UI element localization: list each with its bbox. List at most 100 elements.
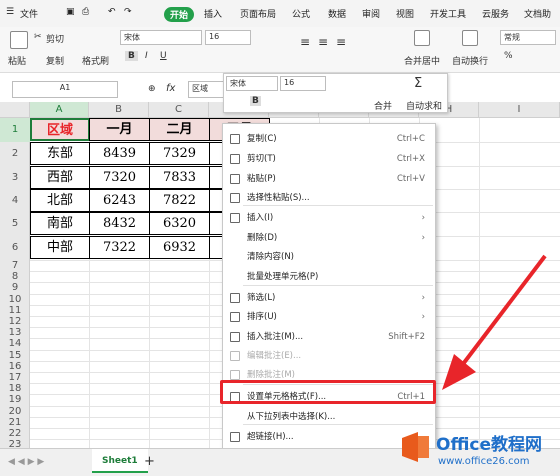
table-cell[interactable]: 北部 <box>30 189 90 212</box>
menu-item-9[interactable]: 排序(U) › <box>223 307 435 327</box>
row-header-13[interactable]: 13 <box>0 327 30 338</box>
font-select[interactable]: 宋体 <box>120 30 202 45</box>
row-header-7[interactable]: 7 <box>0 260 30 271</box>
tab-view[interactable]: 视图 <box>396 7 414 20</box>
table-cell[interactable]: 8432 <box>89 212 150 235</box>
mini-merge-button[interactable]: 合并 <box>374 99 392 112</box>
row-header-2[interactable]: 2 <box>0 142 30 166</box>
column-header-a[interactable]: A <box>30 102 89 118</box>
menu-item-5[interactable]: 删除(D) › <box>223 228 435 248</box>
bold-button[interactable]: B <box>125 51 138 61</box>
row-header-9[interactable]: 9 <box>0 282 30 293</box>
zoom-search-icon[interactable]: ⊕ <box>148 84 156 94</box>
row-header-4[interactable]: 4 <box>0 189 30 212</box>
table-header-cell[interactable]: 区域 <box>30 118 90 141</box>
row-header-1[interactable]: 1 <box>0 118 30 142</box>
percent-button[interactable]: % <box>504 51 513 61</box>
wrap-button[interactable]: 自动换行 <box>452 54 488 67</box>
print-icon[interactable]: ⎙ <box>82 7 89 17</box>
format-painter-button[interactable]: 格式刷 <box>82 54 109 67</box>
italic-button[interactable]: I <box>145 51 148 61</box>
menu-item-8[interactable]: 筛选(L) › <box>223 288 435 308</box>
table-header-cell[interactable]: 一月 <box>89 118 150 141</box>
menu-item-6[interactable]: 清除内容(N) <box>223 247 435 267</box>
paste-icon[interactable] <box>10 31 28 49</box>
menu-item-4[interactable]: 插入(I) › <box>223 208 435 228</box>
cut-button[interactable]: 剪切 <box>46 32 64 45</box>
table-cell[interactable]: 8439 <box>89 142 150 165</box>
table-cell[interactable]: 7320 <box>89 166 150 189</box>
table-cell[interactable]: 东部 <box>30 142 90 165</box>
row-header-5[interactable]: 5 <box>0 212 30 236</box>
tab-nav-icon[interactable]: ◀ ◀ ▶ ▶ <box>8 457 44 467</box>
mini-size-select[interactable]: 16 <box>280 76 326 91</box>
cut-icon[interactable]: ✂ <box>34 32 42 42</box>
table-cell[interactable]: 7833 <box>149 166 210 189</box>
name-box[interactable]: A1 <box>12 81 118 98</box>
sheet-tab-sheet1[interactable]: Sheet1 <box>92 449 148 473</box>
table-cell[interactable]: 6243 <box>89 189 150 212</box>
mini-bold-button[interactable]: B <box>250 96 261 106</box>
tab-dev[interactable]: 开发工具 <box>430 7 466 20</box>
number-format-select[interactable]: 常规 <box>500 30 556 45</box>
tab-review[interactable]: 审阅 <box>362 7 380 20</box>
row-header-6[interactable]: 6 <box>0 236 30 260</box>
menu-file[interactable]: 文件 <box>20 7 38 20</box>
hamburger-icon[interactable]: ☰ <box>6 7 14 17</box>
row-header-22[interactable]: 22 <box>0 428 30 439</box>
menu-item-7[interactable]: 批量处理单元格(P) <box>223 267 435 287</box>
menu-item-1[interactable]: 剪切(T) Ctrl+X <box>223 149 435 169</box>
size-select[interactable]: 16 <box>205 30 251 45</box>
save-icon[interactable]: ▣ <box>66 7 75 17</box>
mini-font-select[interactable]: 宋体 <box>226 76 278 91</box>
table-header-cell[interactable]: 二月 <box>149 118 210 141</box>
menu-item-14[interactable]: 从下拉列表中选择(K)... <box>223 407 435 427</box>
tab-insert[interactable]: 插入 <box>204 7 222 20</box>
formula-input[interactable]: 区域 <box>188 81 228 98</box>
row-header-17[interactable]: 17 <box>0 372 30 383</box>
merge-button[interactable]: 合并居中 <box>404 54 440 67</box>
menu-item-10[interactable]: 插入批注(M)... Shift+F2 <box>223 327 435 347</box>
menu-item-0[interactable]: 复制(C) Ctrl+C <box>223 129 435 149</box>
table-cell[interactable]: 7329 <box>149 142 210 165</box>
tab-layout[interactable]: 页面布局 <box>240 7 276 20</box>
row-header-3[interactable]: 3 <box>0 166 30 189</box>
align-icon[interactable]: ≡ <box>300 35 310 49</box>
row-header-19[interactable]: 19 <box>0 394 30 405</box>
column-header-c[interactable]: C <box>149 102 209 118</box>
table-cell[interactable]: 中部 <box>30 236 90 259</box>
table-cell[interactable]: 6932 <box>149 236 210 259</box>
align-center-icon[interactable]: ≡ <box>318 35 328 49</box>
mini-autosum-button[interactable]: 自动求和 <box>406 99 442 112</box>
tab-cloud[interactable]: 云服务 <box>482 7 509 20</box>
row-header-16[interactable]: 16 <box>0 361 30 372</box>
row-header-20[interactable]: 20 <box>0 406 30 417</box>
row-header-11[interactable]: 11 <box>0 305 30 316</box>
tab-formula[interactable]: 公式 <box>292 7 310 20</box>
copy-button[interactable]: 复制 <box>46 54 64 67</box>
fx-icon[interactable]: fx <box>166 83 175 94</box>
select-all-corner[interactable] <box>0 102 30 118</box>
menu-item-2[interactable]: 粘贴(P) Ctrl+V <box>223 169 435 189</box>
align-right-icon[interactable]: ≡ <box>336 35 346 49</box>
add-sheet-icon[interactable]: + <box>144 454 155 469</box>
row-header-10[interactable]: 10 <box>0 294 30 305</box>
row-header-8[interactable]: 8 <box>0 271 30 282</box>
paste-button[interactable]: 粘贴 <box>8 54 26 67</box>
tab-start[interactable]: 开始 <box>164 7 195 22</box>
row-header-21[interactable]: 21 <box>0 417 30 428</box>
underline-button[interactable]: U <box>160 51 167 61</box>
wrap-icon[interactable] <box>462 30 478 46</box>
redo-icon[interactable]: ↷ <box>124 7 132 17</box>
tab-doc[interactable]: 文档助 <box>524 7 551 20</box>
table-cell[interactable]: 6320 <box>149 212 210 235</box>
row-header-18[interactable]: 18 <box>0 383 30 394</box>
tab-data[interactable]: 数据 <box>328 7 346 20</box>
row-header-12[interactable]: 12 <box>0 316 30 327</box>
table-cell[interactable]: 7322 <box>89 236 150 259</box>
sigma-icon[interactable]: Σ <box>414 76 422 91</box>
undo-icon[interactable]: ↶ <box>108 7 116 17</box>
column-header-b[interactable]: B <box>89 102 149 118</box>
table-cell[interactable]: 7822 <box>149 189 210 212</box>
table-cell[interactable]: 西部 <box>30 166 90 189</box>
